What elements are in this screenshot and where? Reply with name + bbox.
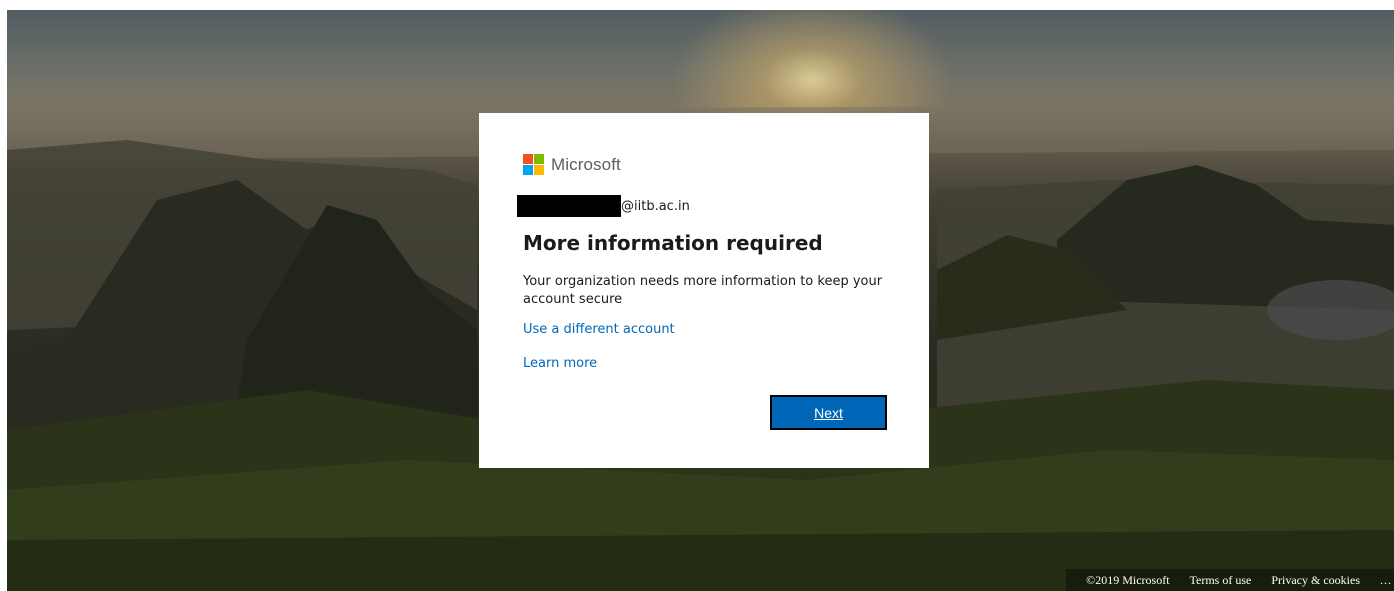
brand-name: Microsoft [551, 154, 621, 174]
copyright-text: ©2019 Microsoft [1086, 572, 1170, 587]
brand-header: Microsoft [523, 154, 621, 175]
microsoft-logo-icon [523, 154, 544, 175]
email-domain: @iitb.ac.in [621, 198, 690, 214]
sign-in-dialog: Microsoft @iitb.ac.in More information r… [479, 113, 929, 468]
redacted-username [517, 195, 621, 217]
use-different-account-link[interactable]: Use a different account [523, 322, 675, 337]
privacy-cookies-link[interactable]: Privacy & cookies [1271, 573, 1360, 588]
description-text: Your organization needs more information… [523, 274, 883, 307]
learn-more-link[interactable]: Learn more [523, 356, 597, 371]
next-button[interactable]: Next [770, 395, 887, 430]
more-options-icon[interactable]: ... [1380, 573, 1392, 588]
terms-of-use-link[interactable]: Terms of use [1190, 573, 1252, 588]
page-footer: ©2019 Microsoft Terms of use Privacy & c… [1066, 569, 1394, 591]
account-identity: @iitb.ac.in [517, 195, 690, 217]
page-title: More information required [523, 231, 823, 255]
